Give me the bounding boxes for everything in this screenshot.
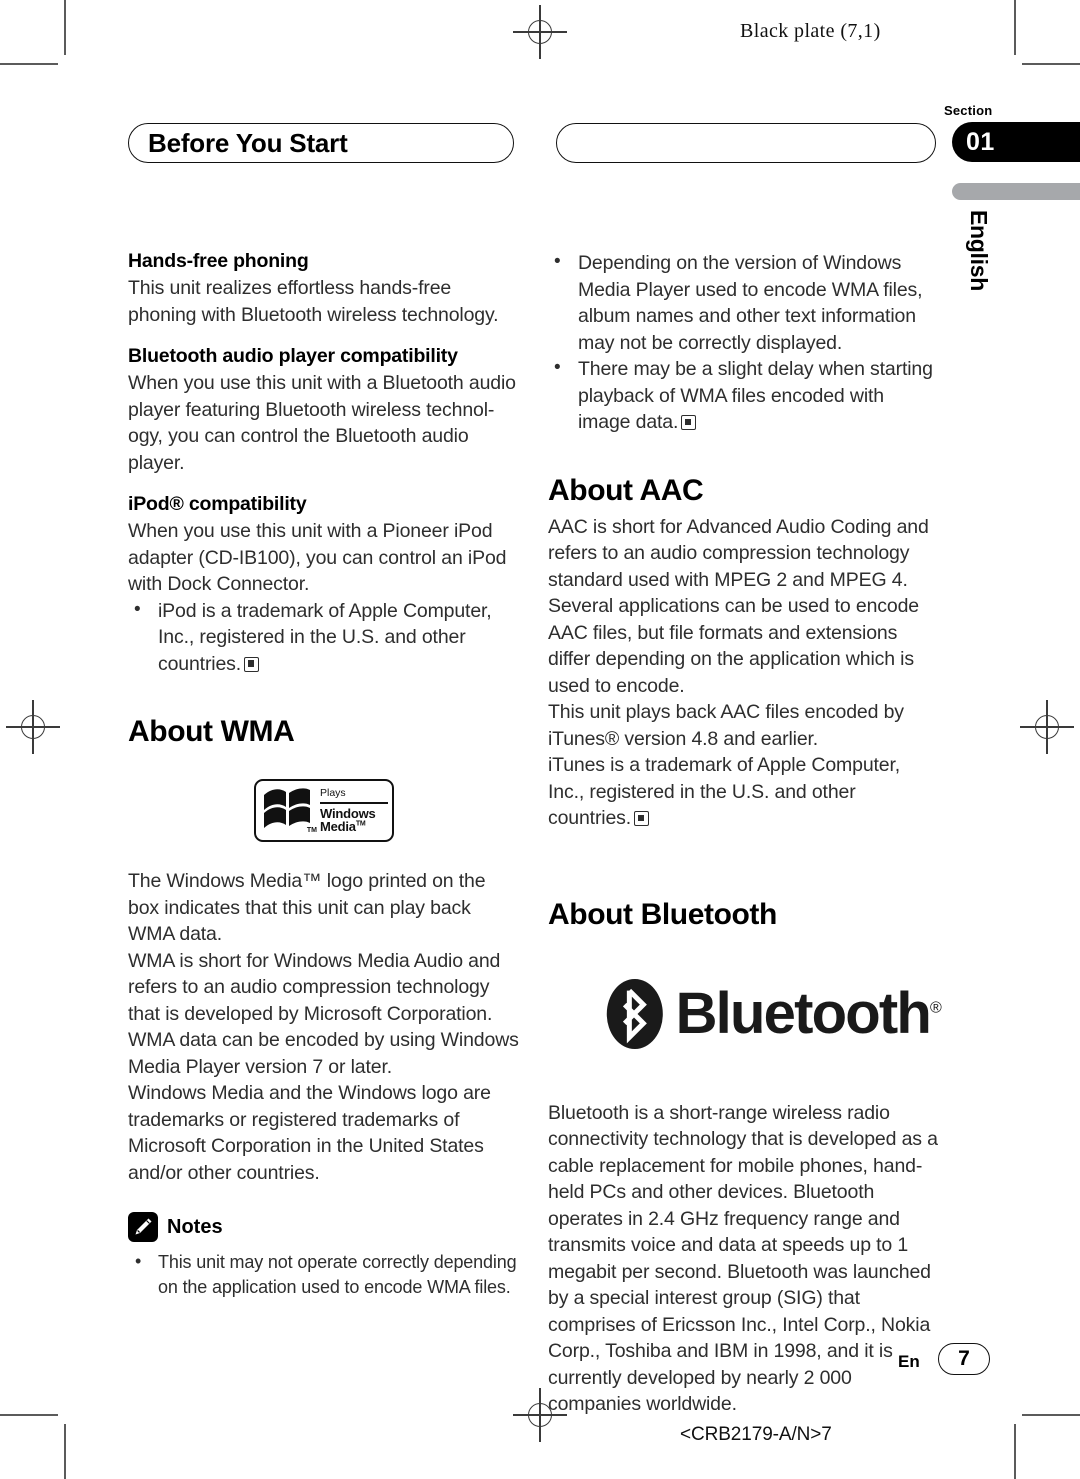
language-bar — [952, 183, 1080, 200]
page-title: Before You Start — [148, 127, 348, 158]
windows-flag-glyph — [264, 787, 310, 828]
paragraph-bluetooth-body: Bluetooth is a short-range wireless radi… — [548, 1101, 938, 1416]
plays-windows-media-logo: TM Plays Windows MediaTM — [254, 779, 394, 842]
notes-list: This unit may not operate correctly depe… — [128, 1249, 520, 1300]
logo-divider — [320, 801, 388, 804]
list-item: Depending on the version of Windows Medi… — [548, 249, 940, 356]
logo-media-label: MediaTM — [320, 820, 388, 833]
section-badge: 01 — [952, 122, 1080, 162]
bluetooth-rune-icon — [606, 978, 663, 1049]
heading-ipod-compatibility: iPod® compatibility — [128, 493, 307, 515]
windows-media-logo-text: Plays Windows MediaTM — [320, 787, 388, 833]
page-number-badge: 7 — [938, 1343, 990, 1375]
logo-plays-label: Plays — [320, 787, 346, 800]
right-column: Depending on the version of Windows Medi… — [548, 249, 942, 1418]
paragraph-aac-2: This unit plays back AAC files encoded b… — [548, 701, 904, 750]
bullet-list-ipod: iPod is a trademark of Apple Computer, I… — [128, 597, 520, 678]
left-column: Hands-free phoning This unit realizes ef… — [128, 250, 520, 1300]
manual-page: Before You Start Section 01 English Hand… — [0, 0, 1080, 1479]
paragraph-aac-3-text: iTunes is a trademark of Apple Computer,… — [548, 754, 901, 829]
paragraph-bluetooth-audio-player-compatibility: When you use this unit with a Bluetooth … — [128, 372, 516, 474]
end-of-section-marker-icon — [244, 656, 260, 672]
paragraph-wma-1: The Windows Media™ logo printed on the b… — [128, 870, 486, 945]
windows-flag-tm: TM — [306, 826, 317, 834]
bluetooth-wordmark: Bluetooth® — [676, 984, 942, 1043]
notes-label: Notes — [167, 1215, 223, 1238]
page-title-pill: Before You Start — [128, 123, 514, 163]
heading-about-wma: About WMA — [128, 715, 295, 748]
end-of-section-marker-icon — [681, 415, 697, 430]
paragraph-ipod-compatibility: When you use this unit with a Pioneer iP… — [128, 520, 507, 595]
section-number: 01 — [966, 127, 995, 156]
list-item: iPod is a trademark of Apple Computer, I… — [128, 597, 520, 678]
bullet-text: iPod is a trademark of Apple Computer, I… — [158, 599, 492, 675]
paragraph-aac-3: iTunes is a trademark of Apple Computer,… — [548, 752, 940, 832]
pencil-glyph — [135, 1218, 152, 1235]
list-item: This unit may not operate correctly depe… — [128, 1249, 520, 1300]
list-item: There may be a slight delay when startin… — [548, 355, 940, 436]
heading-about-bluetooth: About Bluetooth — [548, 897, 777, 931]
bullet-text: There may be a slight delay when startin… — [578, 358, 933, 433]
section-label: Section — [944, 103, 993, 118]
heading-about-aac: About AAC — [548, 473, 704, 507]
paragraph-wma-2: WMA is short for Windows Media Audio and… — [128, 949, 519, 1078]
end-of-section-marker-icon — [634, 811, 650, 826]
logo-media-tm: TM — [355, 820, 366, 828]
paragraph-hands-free-phoning: This unit realizes effortless hands-free… — [128, 277, 499, 326]
paragraph-wma-3: Windows Media and the Windows logo are t… — [128, 1082, 491, 1184]
paragraph-aac-1: AAC is short for Advanced Audio Coding a… — [548, 515, 929, 697]
pencil-icon — [128, 1212, 158, 1242]
heading-hands-free-phoning: Hands-free phoning — [128, 250, 309, 272]
bluetooth-logo: Bluetooth® — [606, 966, 942, 1062]
heading-bluetooth-audio-player-compatibility: Bluetooth audio player compatibility — [128, 345, 458, 367]
logo-media-text: Media — [320, 818, 356, 834]
footer-language-code: En — [898, 1352, 920, 1371]
bluetooth-registered-mark: ® — [930, 999, 942, 1017]
bluetooth-wordmark-text: Bluetooth — [675, 980, 932, 1046]
bullet-list-wma-notes: Depending on the version of Windows Medi… — [548, 249, 940, 436]
language-tab-label: English — [966, 210, 992, 291]
page-title-pill-right — [556, 123, 936, 163]
document-code: <CRB2179-A/N>7 — [680, 1424, 832, 1445]
notes-header: Notes — [128, 1212, 520, 1242]
windows-flag-icon: TM — [262, 786, 317, 836]
